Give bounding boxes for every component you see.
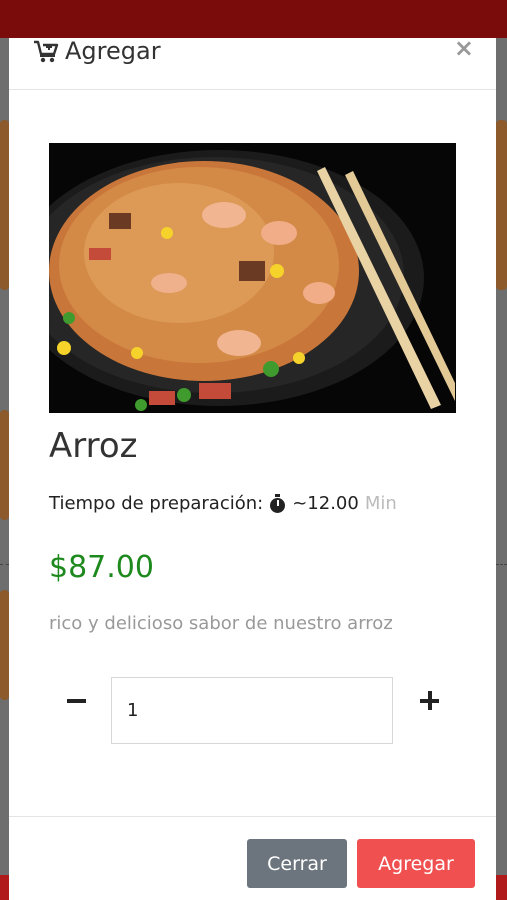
prep-time-value: ~12.00: [292, 493, 359, 514]
product-price: $87.00: [49, 550, 154, 585]
background-red-strip: [0, 875, 9, 900]
product-description: rico y delicioso sabor de nuestro arroz: [49, 613, 393, 634]
modal-footer: Cerrar Agregar: [9, 816, 496, 900]
quantity-increment-button[interactable]: [415, 686, 445, 716]
stopwatch-icon: [269, 493, 286, 514]
modal-header: Agregar ×: [9, 36, 496, 90]
modal-title: Agregar: [33, 37, 161, 65]
background-divider: [496, 564, 507, 565]
product-name: Arroz: [49, 426, 138, 466]
background-divider: [0, 564, 9, 565]
cart-plus-icon: [33, 39, 59, 63]
prep-time-unit: Min: [364, 493, 397, 514]
quantity-decrement-button[interactable]: [61, 686, 91, 716]
background-food-thumb: [0, 410, 9, 520]
app-top-bar: [0, 0, 507, 38]
prep-time-label: Tiempo de preparación:: [49, 493, 264, 514]
minus-icon: [66, 699, 86, 703]
background-food-thumb: [0, 590, 9, 700]
close-icon[interactable]: ×: [454, 36, 474, 60]
add-item-modal: Agregar × Arroz Tiempo de preparación: ~…: [9, 36, 496, 900]
product-image: [49, 143, 456, 413]
prep-time-row: Tiempo de preparación: ~12.00 Min: [49, 493, 397, 514]
add-to-cart-button[interactable]: Agregar: [357, 839, 475, 888]
close-button[interactable]: Cerrar: [247, 839, 347, 888]
background-food-thumb: [0, 120, 9, 290]
modal-title-text: Agregar: [65, 37, 161, 65]
plus-icon-stem: [428, 691, 432, 710]
quantity-input[interactable]: [111, 677, 393, 744]
background-red-strip: [496, 875, 507, 900]
background-food-thumb: [496, 120, 507, 290]
